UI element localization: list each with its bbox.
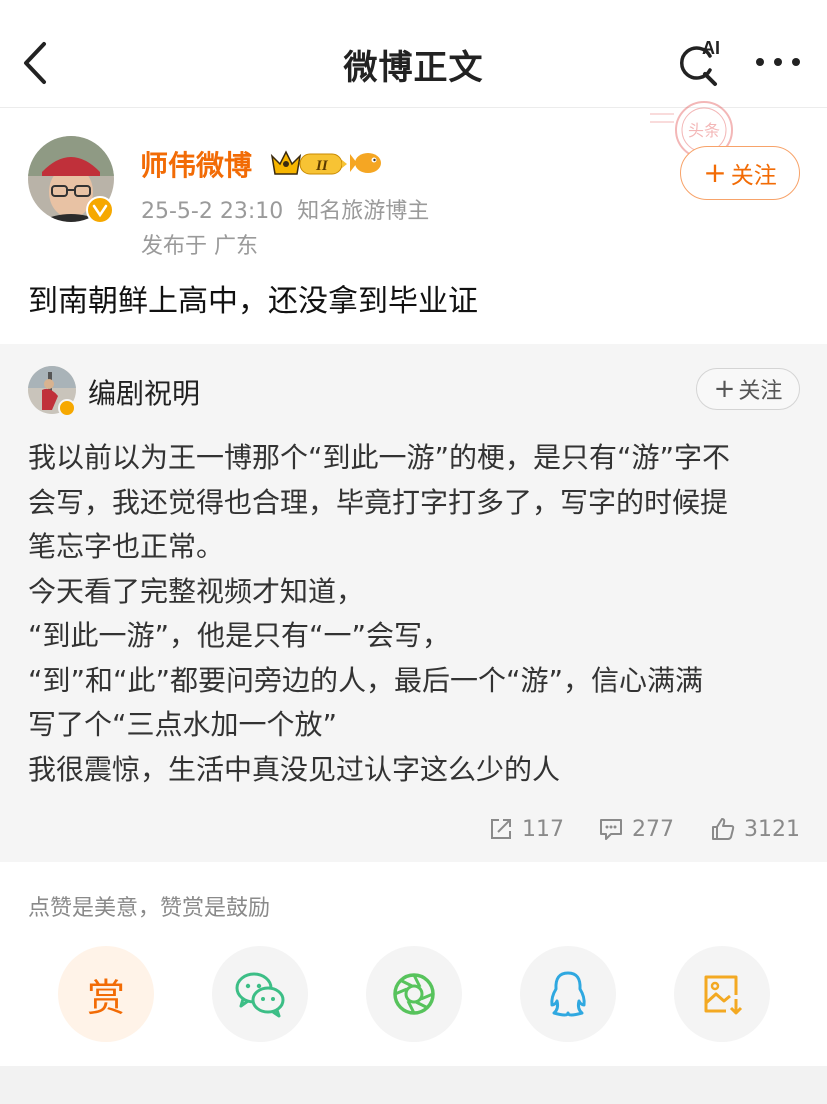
moments-icon	[393, 973, 435, 1015]
wechat-icon	[235, 972, 285, 1018]
repost-text-line: “到”和“此”都要问旁边的人，最后一个“游”，信心满满	[28, 663, 704, 697]
author-name[interactable]: 师伟微博	[140, 144, 252, 184]
member-crown-icon: II	[270, 146, 348, 180]
thumbs-up-icon	[712, 818, 735, 840]
comment-count: 277	[632, 816, 674, 842]
reward-button[interactable]: 赏	[58, 946, 154, 1042]
like-count-button[interactable]: 3121	[710, 812, 800, 846]
post-time: 25-5-2 23:10	[141, 199, 284, 224]
verified-badge-icon	[86, 196, 114, 224]
repost-text-line: 我很震惊，生活中真没见过认字这么少的人	[28, 752, 561, 786]
plus-icon: +	[703, 156, 727, 189]
fish-badge-icon	[348, 146, 384, 180]
follow-label: 关注	[730, 163, 777, 189]
repost-follow-label: 关注	[738, 379, 783, 404]
share-row: 赏	[0, 946, 827, 1042]
plus-icon: +	[713, 374, 736, 404]
member-level: II	[315, 158, 329, 174]
top-nav-bar: 微博正文 AI	[0, 0, 827, 108]
like-count: 3121	[744, 816, 800, 842]
ai-label: AI	[702, 38, 720, 58]
repost-text-line: 会写，我还觉得也合理，毕竟打字打多了，写字的时候提	[28, 485, 729, 519]
reward-label: 赏	[86, 975, 125, 1020]
repost-verified-badge-icon	[58, 399, 76, 417]
repost-card[interactable]: 编剧祝明 + 关注 我以前以为王一博那个“到此一游”的梗，是只有“游”字不 会写，…	[0, 344, 827, 862]
tip-pointer	[94, 930, 118, 942]
more-icon[interactable]	[752, 44, 804, 80]
share-moments-button[interactable]	[366, 946, 462, 1042]
comment-count-button[interactable]: 277	[598, 812, 674, 846]
share-icon	[491, 819, 511, 839]
reward-tip: 点赞是美意，赞赏是鼓励	[28, 896, 271, 921]
share-wechat-button[interactable]	[212, 946, 308, 1042]
repost-count-button[interactable]: 117	[488, 812, 564, 846]
repost-text-line: “到此一游”，他是只有“一”会写，	[28, 619, 451, 652]
follow-button[interactable]: + 关注	[680, 146, 800, 200]
repost-text-line: 写了个“三点水加一个放”	[28, 708, 338, 741]
save-image-icon	[704, 975, 743, 1015]
stamp-text: 头条	[688, 121, 720, 140]
comment-icon	[600, 819, 622, 840]
post-meta: 25-5-2 23:10 知名旅游博主	[141, 193, 429, 225]
share-qq-button[interactable]	[520, 946, 616, 1042]
repost-count: 117	[522, 816, 564, 842]
repost-author-name[interactable]: 编剧祝明	[88, 372, 200, 412]
save-image-button[interactable]	[674, 946, 770, 1042]
qq-icon	[550, 971, 586, 1017]
author-title: 知名旅游博主	[297, 199, 430, 224]
post-text: 到南朝鲜上高中，还没拿到毕业证	[28, 284, 478, 319]
repost-text-line: 笔忘字也正常。	[28, 530, 225, 563]
repost-text: 我以前以为王一博那个“到此一游”的梗，是只有“游”字不 会写，我还觉得也合理，毕…	[28, 436, 808, 792]
bottom-divider	[0, 1066, 827, 1104]
repost-follow-button[interactable]: + 关注	[696, 368, 800, 410]
ai-search-icon[interactable]: AI	[674, 36, 726, 88]
repost-text-line: 我以前以为王一博那个“到此一游”的梗，是只有“游”字不	[28, 441, 731, 474]
post-location: 发布于 广东	[141, 234, 258, 259]
repost-text-line: 今天看了完整视频才知道，	[28, 574, 365, 608]
